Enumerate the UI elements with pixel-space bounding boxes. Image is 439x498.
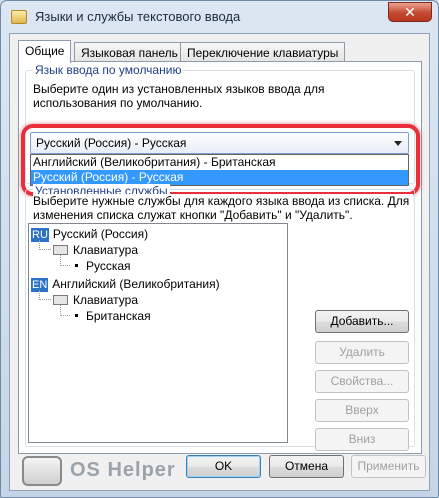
remove-button[interactable]: Удалить (315, 341, 409, 364)
tree-connector (39, 240, 51, 250)
bullet-icon (75, 264, 78, 267)
tree-item-label: Русская (86, 259, 131, 273)
window-title: Языки и службы текстового ввода (35, 9, 241, 24)
keyboard-icon (53, 245, 68, 255)
move-down-button[interactable]: Вниз (315, 428, 409, 451)
tree-connector (60, 305, 70, 316)
tab-language-bar[interactable]: Языковая панель (74, 42, 185, 62)
client-area: Общие Языковая панель Переключение клави… (9, 33, 430, 491)
close-button[interactable]: ✕ (388, 2, 432, 22)
cursor-logo-icon (22, 456, 62, 486)
default-language-description: Выберите один из установленных языков вв… (33, 82, 325, 110)
installed-services-description: Выберите нужные службы для каждого языка… (33, 194, 413, 222)
installed-services-tree[interactable]: RU Русский (Россия) Клавиатура Русская EN… (28, 223, 288, 443)
tree-item-label: Английский (Великобритания) (52, 277, 220, 291)
tab-panel-general: Язык ввода по умолчанию Выберите один из… (18, 61, 422, 454)
move-up-button[interactable]: Вверх (315, 399, 409, 422)
tree-item-label: Клавиатура (73, 243, 138, 257)
properties-button[interactable]: Свойства... (315, 370, 409, 393)
cancel-button[interactable]: Отмена (269, 455, 344, 478)
bullet-icon (75, 314, 78, 317)
keyboard-app-icon (11, 10, 27, 24)
title-bar[interactable]: Языки и службы текстового ввода ✕ (1, 1, 438, 33)
tree-item-layout-russian[interactable]: Русская (75, 258, 131, 274)
watermark-text: OS Helper (70, 459, 176, 481)
ok-button[interactable]: OK (186, 455, 261, 478)
tree-connector (60, 255, 70, 266)
dialog-window: Языки и службы текстового ввода ✕ Общие … (0, 0, 439, 498)
tree-item-label: Британская (86, 309, 151, 323)
tab-keyboard-switch[interactable]: Переключение клавиатуры (180, 42, 346, 62)
add-button[interactable]: Добавить... (315, 310, 409, 333)
tree-connector (39, 290, 51, 300)
keyboard-icon (53, 295, 68, 305)
watermark-logo: OS Helper (22, 454, 182, 488)
tab-general[interactable]: Общие (18, 40, 72, 63)
tree-item-label: Русский (Россия) (52, 227, 149, 241)
tree-item-layout-british[interactable]: Британская (75, 308, 151, 324)
tree-item-english[interactable]: EN Английский (Великобритания) (31, 276, 220, 292)
tree-item-label: Клавиатура (73, 293, 138, 307)
default-language-group-label: Язык ввода по умолчанию (33, 63, 184, 77)
apply-button[interactable]: Применить (351, 455, 426, 478)
